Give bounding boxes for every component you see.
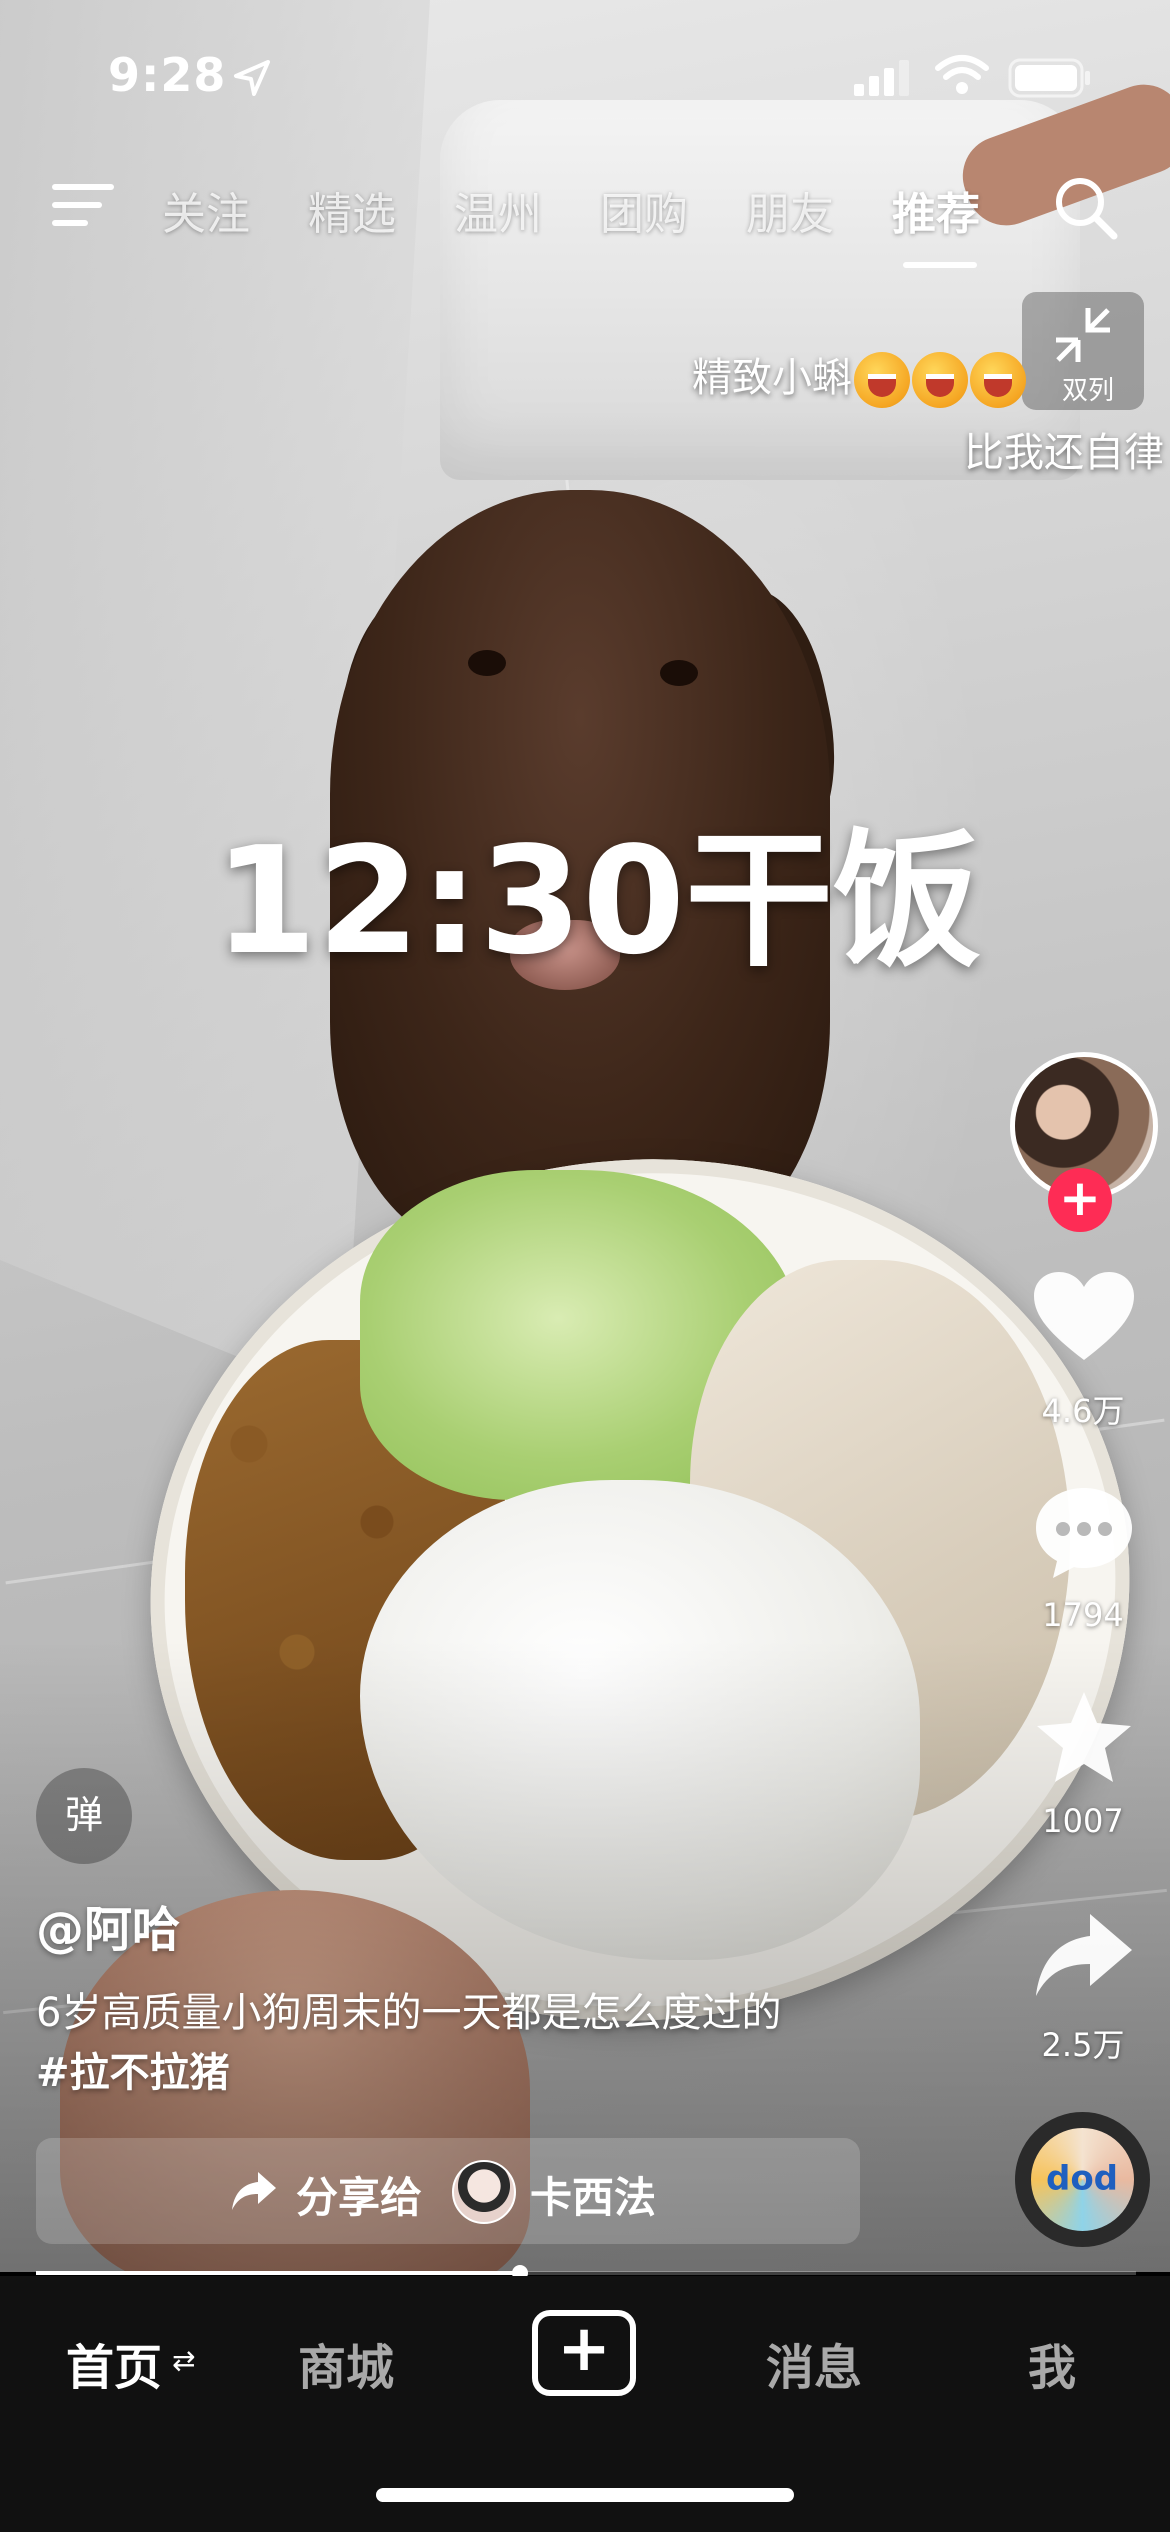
tab-local[interactable]: 温州 [454, 178, 542, 242]
double-column-label: 双列 [1062, 376, 1115, 406]
tab-messages[interactable]: 消息 [766, 2328, 862, 2398]
tab-home[interactable]: 首页 [66, 2328, 162, 2398]
location-arrow-icon [234, 60, 270, 96]
share-to-friend-bar[interactable] [36, 2138, 860, 2244]
cellular-signal-icon [854, 60, 909, 96]
tab-group-buy[interactable]: 团购 [600, 178, 688, 242]
plus-icon: + [557, 2312, 611, 2386]
tab-featured[interactable]: 精选 [308, 178, 396, 242]
share-arrow-icon[interactable] [1030, 1906, 1138, 2006]
tab-recommend[interactable]: 推荐 [892, 178, 980, 242]
like-heart-icon[interactable] [1030, 1268, 1138, 1368]
contact-avatar [452, 2160, 516, 2224]
swap-arrows-icon[interactable]: ⇄ [172, 2344, 195, 2377]
danmu-text: 比我还自律 [964, 430, 1164, 476]
video-hashtag[interactable]: #拉不拉猪 [36, 2040, 230, 2098]
video-overlay-caption: 12:30干饭 [214, 815, 982, 987]
video-description: 6岁高质量小狗周末的一天都是怎么度过的 [36, 1990, 782, 2036]
laughing-emoji-icon [912, 352, 968, 408]
share-count: 2.5万 [1041, 2026, 1125, 2064]
tab-friends[interactable]: 朋友 [746, 178, 834, 242]
status-time: 9:28 [108, 48, 227, 102]
menu-icon[interactable] [52, 180, 114, 232]
share-arrow-icon [232, 2172, 276, 2210]
laughing-emoji-icon [854, 352, 910, 408]
danmaku-toggle-button[interactable]: 弹 [36, 1768, 132, 1864]
laughing-emoji-icon [970, 352, 1026, 408]
tab-mall[interactable]: 商城 [298, 2328, 394, 2398]
battery-icon [1008, 58, 1090, 98]
danmu-comment: 比我还自律 [964, 420, 1164, 478]
dog-eye [660, 660, 698, 686]
author-name[interactable]: @阿哈 [36, 1890, 180, 1960]
wifi-icon [935, 55, 989, 94]
video-progress-fill [36, 2271, 520, 2275]
share-contact-name: 卡西法 [530, 2173, 657, 2222]
follow-button[interactable]: + [1048, 1168, 1112, 1232]
favorite-star-icon[interactable] [1030, 1688, 1138, 1788]
like-count: 4.6万 [1041, 1392, 1125, 1430]
tab-me[interactable]: 我 [1028, 2328, 1076, 2398]
dog-eye [468, 650, 506, 676]
home-indicator [376, 2488, 794, 2502]
comment-count: 1794 [1042, 1596, 1124, 1634]
tab-follow[interactable]: 关注 [162, 178, 250, 242]
collapse-arrows-icon [1056, 308, 1110, 362]
share-label: 分享给 [296, 2173, 423, 2222]
comment-bubble-icon[interactable] [1030, 1482, 1138, 1582]
active-tab-indicator [903, 262, 977, 268]
danmu-text: 精致小蝌 [692, 355, 852, 401]
favorite-count: 1007 [1042, 1802, 1124, 1840]
search-icon[interactable] [1052, 174, 1120, 242]
danmu-comment: 精致小蝌 [692, 345, 1026, 408]
music-disc-label: pop [1046, 2162, 1119, 2202]
status-bar: 9:28 [0, 0, 1170, 150]
